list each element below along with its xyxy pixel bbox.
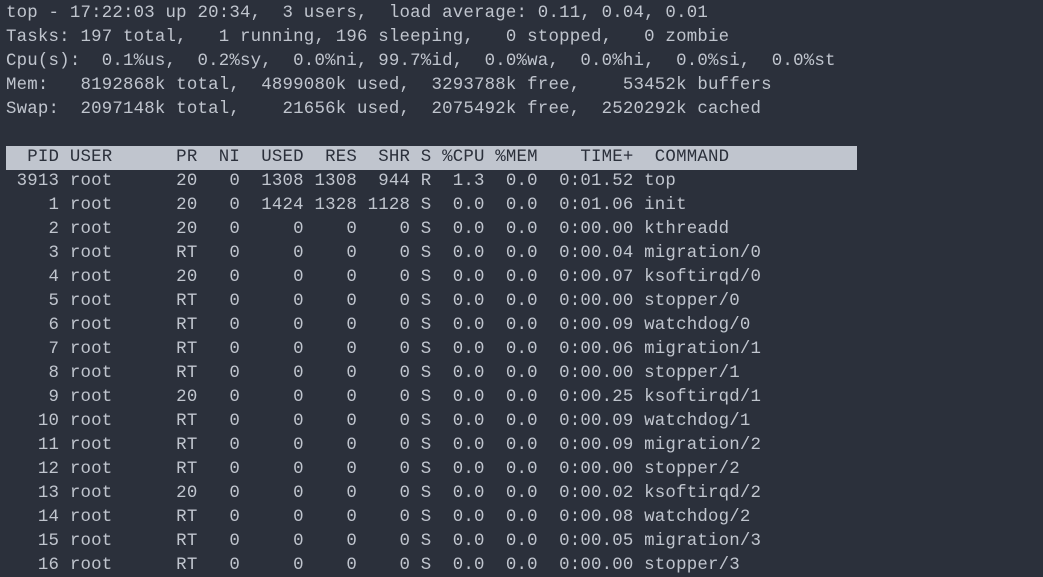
summary-line-3: Cpu(s): 0.1%us, 0.2%sy, 0.0%ni, 99.7%id,… — [6, 52, 836, 71]
summary-line-4: Mem: 8192868k total, 4899080k used, 3293… — [6, 76, 772, 95]
summary-line-2: Tasks: 197 total, 1 running, 196 sleepin… — [6, 28, 729, 47]
column-header-row[interactable]: PID USER PR NI USED RES SHR S %CPU %MEM … — [6, 146, 857, 170]
summary-line-5: Swap: 2097148k total, 21656k used, 20754… — [6, 100, 761, 119]
summary-line-1: top - 17:22:03 up 20:34, 3 users, load a… — [6, 4, 708, 23]
top-terminal[interactable]: top - 17:22:03 up 20:34, 3 users, load a… — [0, 0, 1043, 577]
process-list: 3913 root 20 0 1308 1308 944 R 1.3 0.0 0… — [6, 172, 761, 575]
